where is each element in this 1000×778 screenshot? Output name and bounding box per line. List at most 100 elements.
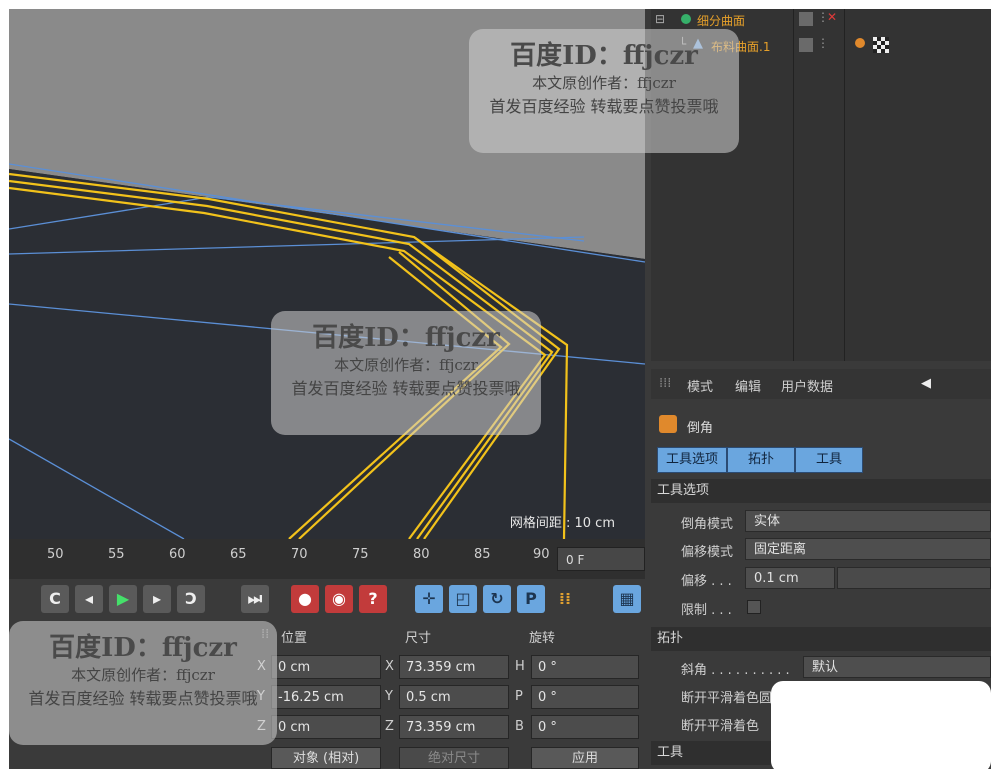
disabled-x-icon[interactable]: ✕ — [827, 10, 837, 24]
watermark-line3: 首发百度经验 转载要点赞投票哦 — [291, 379, 521, 398]
rot-axis-p: P — [515, 689, 523, 704]
limit-label: 限制 . . . — [681, 603, 732, 618]
scale-key-icon[interactable]: ◰ — [449, 585, 477, 613]
watermark-line1: 百度ID：ffjczr — [510, 41, 698, 71]
record-key-icon[interactable]: ● — [291, 585, 319, 613]
offset-label: 偏移 . . . — [681, 574, 732, 589]
attribute-menu-bar: ⁞⁞⁞ 模式 编辑 用户数据 ◀ — [651, 369, 991, 399]
goto-end-icon[interactable]: Ↄ — [177, 585, 205, 613]
tab-tool-options[interactable]: 工具选项 — [657, 447, 727, 473]
rot-b-input[interactable]: 0 ° — [531, 715, 639, 739]
current-frame-field[interactable]: 0 F — [557, 547, 645, 571]
watermark-line2: 本文原创作者：ffjczr — [532, 74, 676, 92]
watermark-line2: 本文原创作者：ffjczr — [334, 356, 478, 374]
timeline-tick: 75 — [352, 547, 369, 562]
grid-spacing-label: 网格间距 : 10 cm — [509, 516, 615, 531]
tab-topology[interactable]: 拓扑 — [727, 447, 795, 473]
position-header: 位置 — [281, 631, 308, 646]
move-key-icon[interactable]: ✛ — [415, 585, 443, 613]
timeline-tick: 90 — [533, 547, 550, 562]
timeline-tick: 70 — [291, 547, 308, 562]
rot-axis-b: B — [515, 719, 524, 734]
break-phong-rounding-label: 断开平滑着色圆角 — [681, 691, 786, 706]
visibility-toggle-icon[interactable] — [799, 12, 813, 26]
menu-edit[interactable]: 编辑 — [735, 376, 761, 395]
visibility-toggle-icon[interactable] — [799, 38, 813, 52]
prev-frame-icon[interactable]: ◂ — [75, 585, 103, 613]
menu-mode[interactable]: 模式 — [687, 376, 713, 395]
size-header: 尺寸 — [405, 631, 432, 646]
offset-slider[interactable] — [837, 567, 991, 589]
watermark: 百度ID：ffjczr 本文原创作者：ffjczr 首发百度经验 转载要点赞投票… — [469, 29, 739, 153]
size-x-input[interactable]: 73.359 cm — [399, 655, 509, 679]
coordinate-mode-select[interactable]: 对象 (相对) — [271, 747, 381, 769]
grip-icon: ⁞⁞⁞ — [659, 376, 672, 391]
object-name: 细分曲面 — [697, 14, 746, 28]
attribute-manager: ⁞⁞⁞ 模式 编辑 用户数据 ◀ 倒角 工具选项 拓扑 工具 工具选项 倒角模式… — [651, 369, 991, 769]
pos-y-input[interactable]: -16.25 cm — [271, 685, 381, 709]
back-arrow-icon[interactable]: ◀ — [921, 376, 931, 391]
limit-checkbox[interactable] — [747, 600, 761, 614]
offset-input[interactable]: 0.1 cm — [745, 567, 835, 589]
miter-select[interactable]: 默认 — [803, 656, 991, 678]
material-tag-icon[interactable] — [855, 38, 865, 48]
apply-button[interactable]: 应用 — [531, 747, 639, 769]
watermark: 百度ID：ffjczr 本文原创作者：ffjczr 首发百度经验 转载要点赞投票… — [271, 311, 541, 435]
break-phong-label: 断开平滑着色 — [681, 719, 760, 734]
autokey-icon[interactable]: ◉ — [325, 585, 353, 613]
timeline-tick: 65 — [230, 547, 247, 562]
watermark-line1: 百度ID：ffjczr — [49, 633, 237, 663]
bevel-mode-label: 倒角模式 — [681, 517, 734, 532]
watermark-line3: 首发百度经验 转载要点赞投票哦 — [489, 97, 719, 116]
size-axis-x: X — [385, 659, 394, 674]
goto-start-icon[interactable]: C — [41, 585, 69, 613]
offset-mode-label: 偏移模式 — [681, 545, 734, 560]
timeline-tick: 50 — [47, 547, 64, 562]
menu-user-data[interactable]: 用户数据 — [781, 376, 833, 395]
rot-p-input[interactable]: 0 ° — [531, 685, 639, 709]
play-icon[interactable]: ▶ — [109, 585, 137, 613]
tree-expand-icon[interactable]: ⊟ — [655, 12, 665, 26]
subdivision-surface-icon — [681, 14, 691, 24]
last-keyframe-icon[interactable]: ⏭ — [241, 585, 269, 613]
pla-key-icon[interactable]: ⁞⁞ — [551, 585, 579, 613]
rot-axis-h: H — [515, 659, 525, 674]
timeline-tick: 80 — [413, 547, 430, 562]
section-tool-options: 工具选项 — [651, 479, 991, 503]
column-divider — [844, 9, 845, 361]
bevel-mode-select[interactable]: 实体 — [745, 510, 991, 532]
object-row-subdivision[interactable]: ⊟ 细分曲面 ⋮ ✕ — [651, 9, 991, 31]
checker-material-icon[interactable] — [873, 37, 889, 53]
timeline-ruler[interactable]: 50 55 60 65 70 75 80 85 90 0 F — [9, 539, 645, 579]
pos-x-input[interactable]: 0 cm — [271, 655, 381, 679]
tab-tool[interactable]: 工具 — [795, 447, 863, 473]
pos-z-input[interactable]: 0 cm — [271, 715, 381, 739]
size-axis-z: Z — [385, 719, 394, 734]
watermark-line2: 本文原创作者：ffjczr — [71, 666, 215, 684]
watermark-line3: 首发百度经验 转载要点赞投票哦 — [28, 689, 258, 708]
size-z-input[interactable]: 73.359 cm — [399, 715, 509, 739]
section-topology: 拓扑 — [651, 627, 991, 651]
next-frame-icon[interactable]: ▸ — [143, 585, 171, 613]
column-divider — [793, 9, 794, 361]
watermark: 百度ID：ffjczr 本文原创作者：ffjczr 首发百度经验 转载要点赞投票… — [9, 621, 277, 745]
size-y-input[interactable]: 0.5 cm — [399, 685, 509, 709]
size-mode-select[interactable]: 绝对尺寸 — [399, 747, 509, 769]
timeline-tick: 55 — [108, 547, 125, 562]
key-help-icon[interactable]: ? — [359, 585, 387, 613]
miter-label: 斜角 . . . . . . . . . . — [681, 663, 790, 678]
offset-mode-select[interactable]: 固定距离 — [745, 538, 991, 560]
transport-bar: C ◂ ▶ ▸ Ↄ ⏭ ● ◉ ? ✛ ◰ ↻ P ⁞⁞ ▦ — [9, 579, 645, 619]
bevel-tool-icon — [659, 415, 677, 433]
redaction-blob — [771, 681, 991, 769]
rotation-header: 旋转 — [529, 631, 556, 646]
param-key-icon[interactable]: P — [517, 585, 545, 613]
rotate-key-icon[interactable]: ↻ — [483, 585, 511, 613]
dots-icon[interactable]: ⋮ — [817, 36, 829, 50]
timeline-tick: 85 — [474, 547, 491, 562]
film-strip-icon[interactable]: ▦ — [613, 585, 641, 613]
rot-h-input[interactable]: 0 ° — [531, 655, 639, 679]
object-title: 倒角 — [687, 421, 714, 436]
watermark-line1: 百度ID：ffjczr — [312, 323, 500, 353]
size-axis-y: Y — [385, 689, 393, 704]
